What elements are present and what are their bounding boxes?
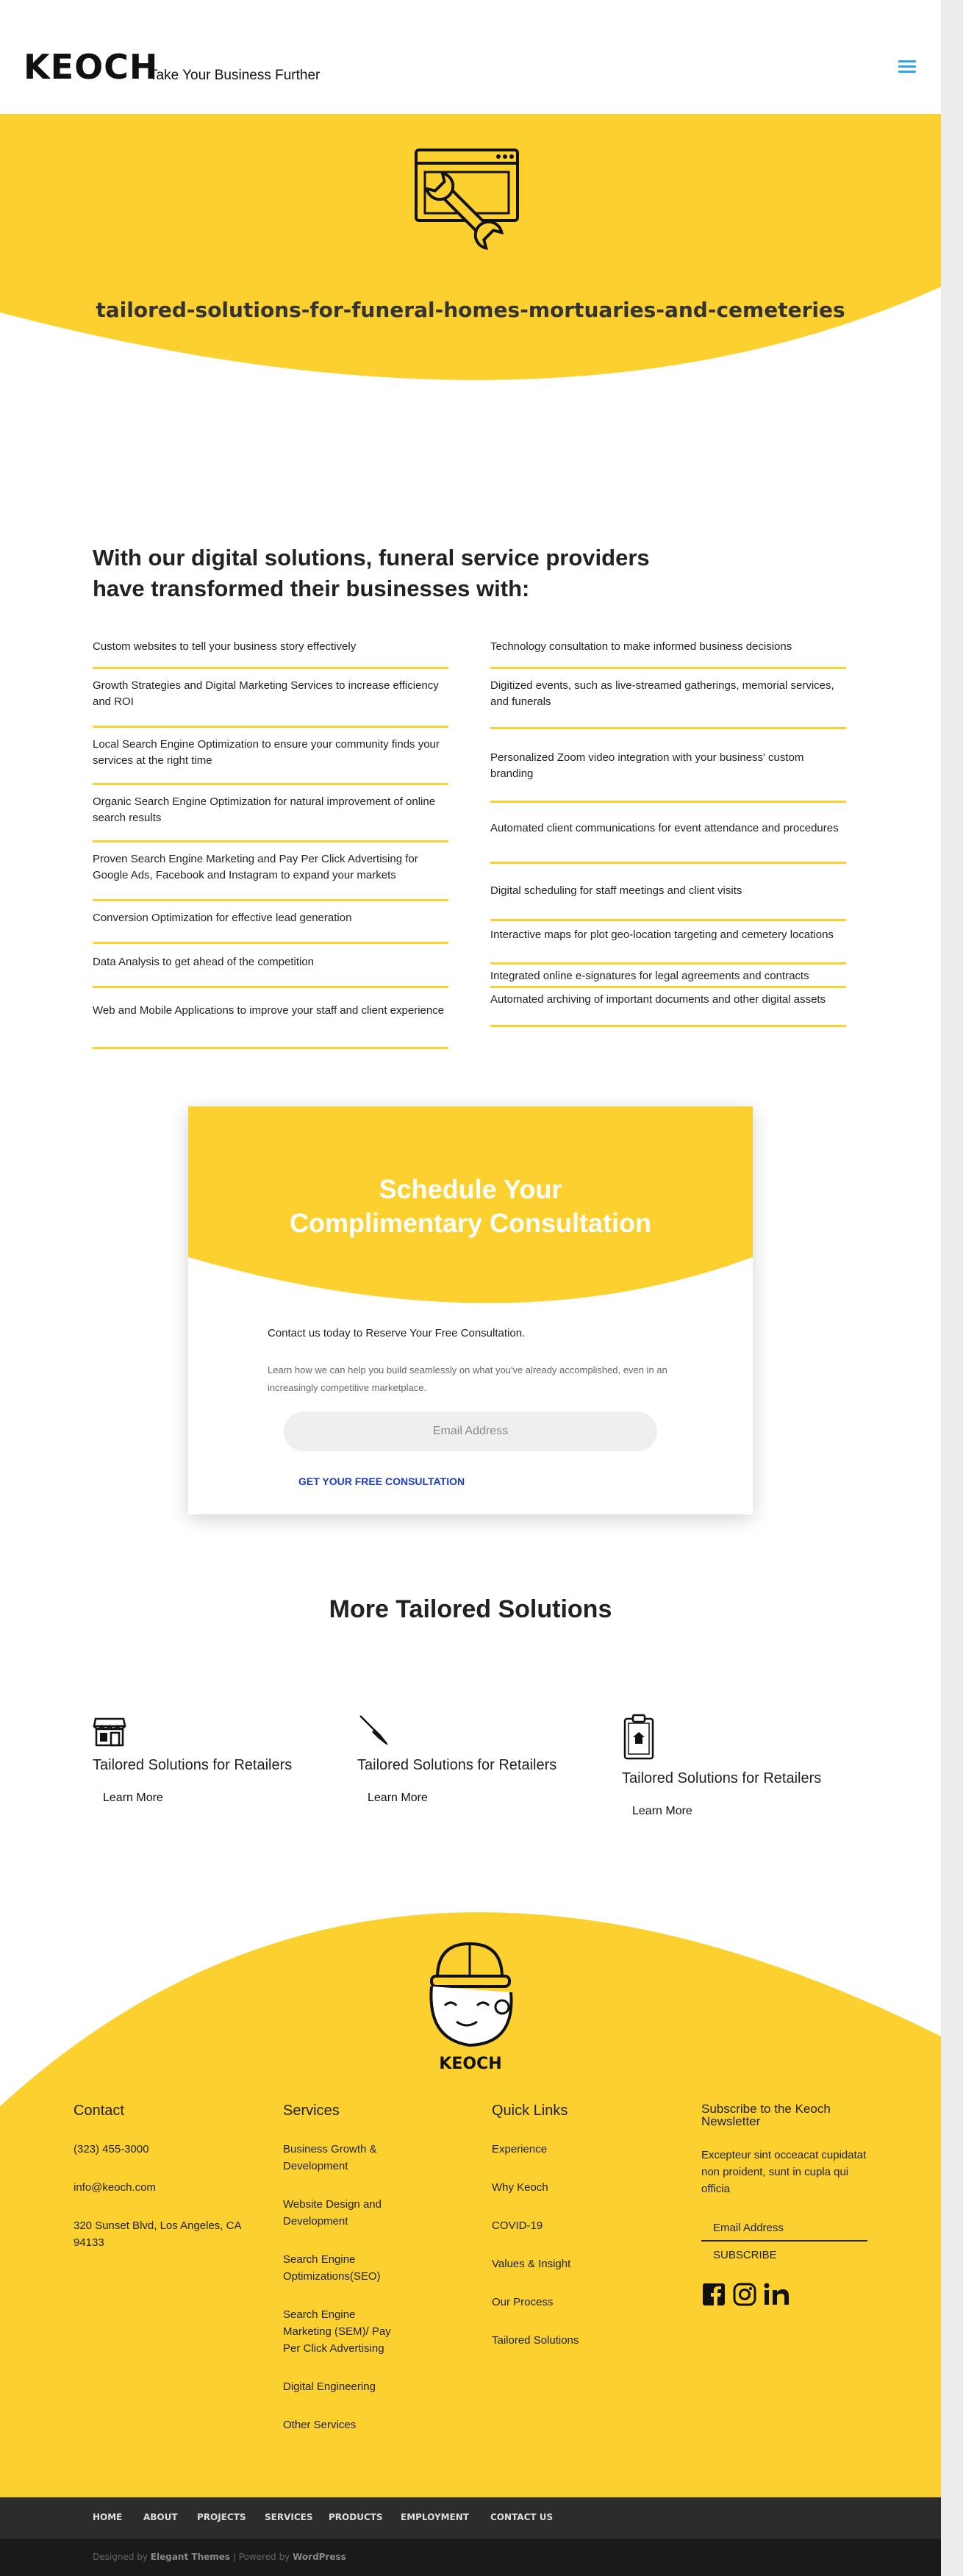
benefits-list-right: Technology consultation to make informed…: [490, 632, 846, 1027]
list-item: Interactive maps for plot geo-location t…: [490, 921, 846, 965]
mascot-label: KEOCH: [439, 2055, 501, 2073]
list-item: Technology consultation to make informed…: [490, 632, 846, 669]
footer-service-link[interactable]: Search Engine Optimizations(SEO): [283, 2251, 401, 2285]
transform-heading: With our digital solutions, funeral serv…: [93, 545, 650, 601]
footer-quick-links-column: Quick Links Experience Why Keoch COVID-1…: [492, 2103, 639, 2370]
hamburger-menu-icon[interactable]: [898, 60, 916, 74]
subscribe-button[interactable]: SUBSCRIBE: [713, 2249, 777, 2261]
footer-services-column: Services Business Growth & Development W…: [283, 2103, 430, 2455]
list-item: Organic Search Engine Optimization for n…: [93, 785, 448, 842]
list-item: Data Analysis to get ahead of the compet…: [93, 944, 448, 988]
footer-service-link[interactable]: Digital Engineering: [283, 2378, 415, 2395]
footer-nav-home[interactable]: HOME: [93, 2512, 122, 2522]
footer-nav-about[interactable]: ABOUT: [143, 2512, 178, 2522]
list-item: Conversion Optimization for effective le…: [93, 901, 448, 944]
consultation-title-line2: Complimentary Consultation: [289, 1208, 652, 1238]
footer-nav-projects[interactable]: PROJECTS: [197, 2512, 246, 2522]
page-scrollbar[interactable]: [941, 0, 963, 2576]
list-item: Automated client communications for even…: [490, 803, 846, 864]
card-yellow-shape: [188, 1106, 753, 1303]
footer-contact-heading: Contact: [74, 2103, 124, 2119]
footer-newsletter-column: Subscribe to the Keoch Newsletter Except…: [701, 2103, 878, 2307]
clipboard-icon: [623, 1714, 654, 1760]
footer-service-link[interactable]: Website Design and Development: [283, 2196, 401, 2230]
footer-nav-bar: HOME ABOUT PROJECTS SERVICES PRODUCTS EM…: [0, 2497, 941, 2539]
footer-quick-links-heading: Quick Links: [492, 2103, 568, 2119]
consultation-text: Learn how we can help you build seamless…: [268, 1364, 667, 1393]
footer-email-link[interactable]: info@keoch.com: [74, 2179, 250, 2196]
newsletter-heading: Subscribe to the Keoch Newsletter: [701, 2102, 831, 2128]
solution-title: Tailored Solutions for Retailers: [622, 1770, 822, 1786]
footer-quick-link[interactable]: Experience: [492, 2141, 639, 2158]
footer-phone: (323) 455-3000: [74, 2143, 149, 2155]
footer-quick-link[interactable]: Why Keoch: [492, 2179, 639, 2196]
consultation-card: Schedule Your Complimentary Consultation…: [188, 1106, 753, 1514]
site-tagline: Take Your Business Further: [149, 68, 321, 83]
footer-service-link[interactable]: Business Growth & Development: [283, 2141, 401, 2175]
credits-bar: Designed by Elegant Themes | Powered by …: [0, 2539, 941, 2576]
footer-nav-employment[interactable]: EMPLOYMENT: [401, 2512, 469, 2522]
storefront-icon: [93, 1717, 126, 1747]
page: KEOCH Take Your Business Further tailore…: [0, 0, 941, 2576]
footer-contact-column: Contact (323) 455-3000 info@keoch.com 32…: [74, 2103, 250, 2272]
more-solutions-title: More Tailored Solutions: [329, 1595, 612, 1623]
keoch-mascot-logo: KEOCH: [429, 1942, 513, 2073]
benefits-list-left: Custom websites to tell your business st…: [93, 632, 448, 1049]
footer-nav-services[interactable]: SERVICES: [265, 2512, 312, 2522]
list-item: Growth Strategies and Digital Marketing …: [93, 669, 448, 728]
footer-services-heading: Services: [283, 2103, 340, 2119]
hero-banner: tailored-solutions-for-funeral-homes-mor…: [0, 114, 941, 423]
credits-prefix: Designed by: [93, 2552, 148, 2562]
credits-middle: | Powered by: [232, 2552, 290, 2562]
credits-designer-link[interactable]: Elegant Themes: [151, 2552, 230, 2562]
list-item: Personalized Zoom video integration with…: [490, 729, 846, 803]
newsletter-email-input[interactable]: [701, 2215, 867, 2242]
list-item: Digitized events, such as live-streamed …: [490, 669, 846, 729]
facebook-icon[interactable]: [701, 2282, 726, 2307]
hero-title: tailored-solutions-for-funeral-homes-mor…: [96, 298, 845, 322]
footer-quick-link[interactable]: COVID-19: [492, 2217, 639, 2234]
list-item: Integrated online e-signatures for legal…: [490, 965, 846, 988]
footer-quick-link[interactable]: Our Process: [492, 2294, 639, 2311]
footer-quick-link[interactable]: Tailored Solutions: [492, 2332, 639, 2349]
solution-card: Tailored Solutions for Retailers Learn M…: [93, 1713, 328, 1805]
consultation-title-line1: Schedule Your: [379, 1174, 562, 1204]
footer-quick-link[interactable]: Values & Insight: [492, 2255, 639, 2272]
consultation-title: Schedule Your Complimentary Consultation: [188, 1173, 753, 1240]
footer-service-link[interactable]: Other Services: [283, 2416, 415, 2433]
footer-nav-contact-us[interactable]: CONTACT US: [490, 2512, 553, 2522]
social-links: [701, 2282, 878, 2307]
learn-more-link[interactable]: Learn More: [103, 1792, 163, 1805]
free-consultation-button[interactable]: GET YOUR FREE CONSULTATION: [298, 1475, 465, 1487]
site-header: KEOCH Take Your Business Further: [0, 22, 941, 114]
credits-platform-link[interactable]: WordPress: [293, 2552, 346, 2562]
consultation-email-input[interactable]: [284, 1412, 657, 1451]
footer-nav-products[interactable]: PRODUCTS: [329, 2512, 383, 2522]
newsletter-text: Excepteur sint occeacat cupidatat non pr…: [701, 2149, 867, 2195]
solution-card: Tailored Solutions for Retailers Learn M…: [622, 1713, 857, 1818]
paintbrush-icon: [359, 1715, 388, 1745]
site-footer: KEOCH Contact (323) 455-3000 info@keoch.…: [0, 1882, 941, 2500]
consultation-lead: Contact us today to Reserve Your Free Co…: [268, 1327, 526, 1339]
solution-title: Tailored Solutions for Retailers: [93, 1757, 293, 1773]
footer-address: 320 Sunset Blvd, Los Angeles, CA 94133: [74, 2219, 241, 2249]
instagram-icon[interactable]: [732, 2282, 757, 2307]
footer-service-link[interactable]: Search Engine Marketing (SEM)/ Pay Per C…: [283, 2306, 393, 2357]
browser-wrench-icon: [415, 149, 519, 250]
list-item: Proven Search Engine Marketing and Pay P…: [93, 842, 448, 901]
list-item: Digital scheduling for staff meetings an…: [490, 864, 846, 921]
solution-card: Tailored Solutions for Retailers Learn M…: [357, 1713, 593, 1805]
credits-text: Designed by Elegant Themes | Powered by …: [93, 2552, 346, 2562]
list-item: Local Search Engine Optimization to ensu…: [93, 728, 448, 785]
list-item: Web and Mobile Applications to improve y…: [93, 988, 448, 1049]
learn-more-link[interactable]: Learn More: [632, 1805, 692, 1818]
solution-title: Tailored Solutions for Retailers: [357, 1757, 557, 1773]
site-logo[interactable]: KEOCH: [24, 47, 158, 87]
list-item: Automated archiving of important documen…: [490, 988, 846, 1027]
linkedin-icon[interactable]: [763, 2282, 791, 2307]
learn-more-link[interactable]: Learn More: [368, 1792, 428, 1805]
list-item: Custom websites to tell your business st…: [93, 632, 448, 669]
